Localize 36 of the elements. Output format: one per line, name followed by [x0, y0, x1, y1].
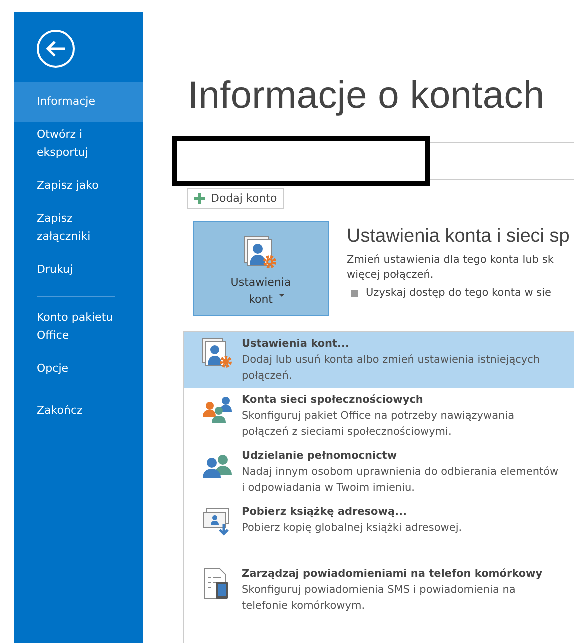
people-icon [202, 394, 234, 426]
sidebar-item[interactable]: Otwórz i eksportuj [14, 124, 143, 164]
menu-item-title: Zarządzaj powiadomieniami na telefon komórkowy [242, 567, 544, 582]
sidebar-item[interactable]: Drukuj [14, 250, 143, 290]
sidebar-item[interactable]: Konto pakietu Office [14, 307, 143, 347]
add-account-button[interactable]: Dodaj konto [187, 188, 284, 209]
account-settings-button[interactable]: Ustawienia kont [193, 221, 329, 316]
section-title: Ustawienia konta i sieci sp [347, 226, 570, 248]
menu-item[interactable]: Udzielanie pełnomocnictw Nadaj innym osobom uprawnienia do odbierania elementów i odpowiadania w Twoim imieniu. [184, 444, 574, 500]
sidebar-item[interactable]: Zapisz jako [14, 166, 143, 206]
menu-item-title: Ustawienia kont... [242, 337, 350, 352]
menu-item-description: Dodaj lub usuń konta albo zmień ustawienia istniejących połączeń. [242, 353, 542, 384]
menu-item-description: Nadaj innym osobom uprawnienia do odbierania elementów i odpowiadania w Twoim imieniu. [242, 465, 560, 496]
sidebar-item[interactable]: Informacje [14, 82, 143, 122]
menu-item-title: Udzielanie pełnomocnictw [242, 449, 398, 464]
sidebar-item[interactable]: Zapisz załączniki [14, 208, 143, 248]
bullet-icon [351, 290, 358, 296]
sidebar-item[interactable]: Zakończ [14, 391, 143, 431]
person-gear-icon [202, 338, 234, 370]
menu-item-description: Skonfiguruj pakiet Office na potrzeby nawiązywania połączeń z sieciami społecznościowymi. [242, 409, 516, 440]
sidebar-item[interactable]: Opcje [14, 349, 143, 389]
menu-item[interactable]: Konta sieci społecznościowych Skonfiguruj pakiet Office na potrzeby nawiązywania połączeń z sieciami społecznościowymi. [184, 388, 574, 444]
menu-item[interactable]: Ustawienia kont... Dodaj lub usuń konta albo zmień ustawienia istniejących połączeń. [184, 332, 574, 388]
menu-item-title: Konta sieci społecznościowych [242, 393, 424, 408]
plus-icon [194, 193, 205, 204]
menu-item-description: Skonfiguruj powiadomienia SMS i powiadomienia na telefonie komórkowym. [242, 583, 517, 614]
menu-item-description: Pobierz kopię globalnej książki adresowej. [242, 521, 462, 536]
section-description: więcej połączeń. [347, 268, 435, 283]
section-description: Zmień ustawienia dla tego konta lub sk [347, 253, 555, 268]
person-gear-icon [244, 236, 278, 270]
menu-item-title: Pobierz książkę adresową... [242, 505, 408, 520]
account-selector-field[interactable] [430, 142, 574, 180]
menu-item[interactable]: Zarządzaj powiadomieniami na telefon komórkowy Skonfiguruj powiadomienia SMS i powiadomienia na telefonie komórkowym. [184, 562, 574, 618]
bullet-text: Uzyskaj dostęp do tego konta w sie [366, 287, 552, 299]
menu-item[interactable]: Pobierz książkę adresową... Pobierz kopię globalnej książki adresowej. [184, 500, 574, 552]
page-title: Informacje o kontach [188, 75, 546, 118]
